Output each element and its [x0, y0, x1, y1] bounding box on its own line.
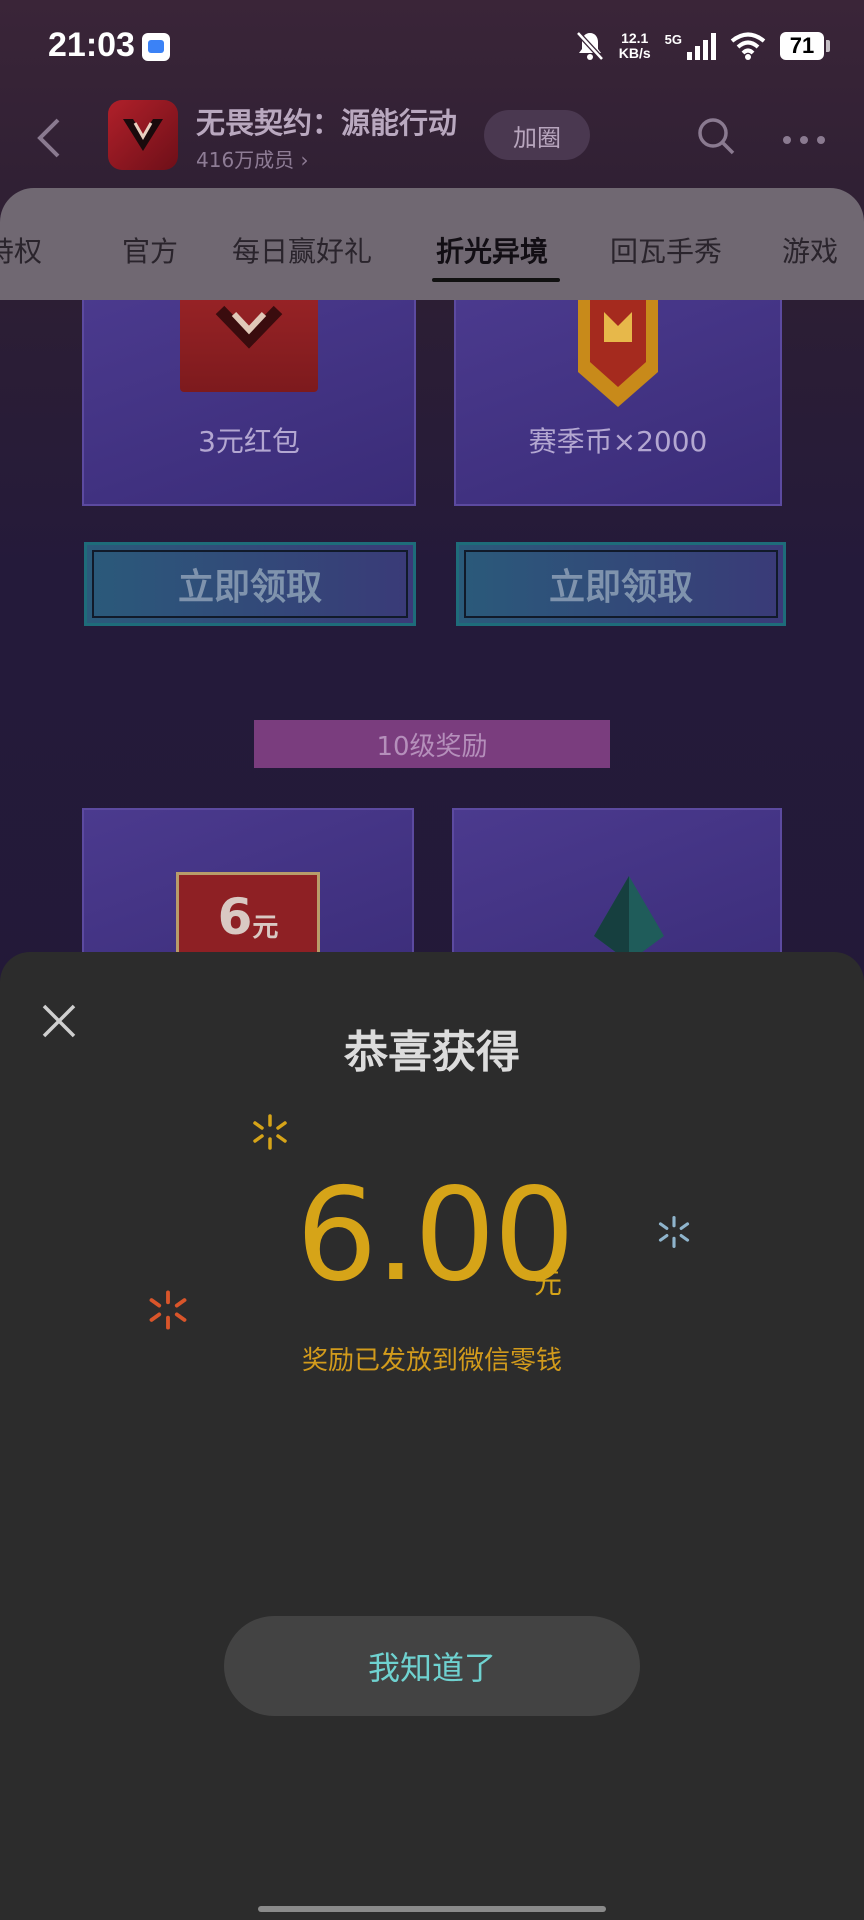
battery-indicator: 71: [780, 32, 830, 60]
tab-daily-gifts[interactable]: 每日赢好礼: [232, 230, 372, 270]
red-packet-icon: [180, 300, 318, 392]
gem-icon: [594, 876, 664, 960]
group-title: 无畏契约：源能行动: [196, 106, 458, 140]
wifi-icon: [730, 32, 766, 60]
reward-note: 奖励已发放到微信零钱: [301, 1346, 562, 1376]
claim-button-red-packet[interactable]: 立即领取: [84, 542, 416, 626]
acknowledge-button[interactable]: 我知道了: [224, 1616, 640, 1716]
reward-card-season-coin: 赛季币×2000: [454, 300, 782, 506]
reward-card-red-packet: 3元红包: [82, 300, 416, 506]
cash-tag-icon: 6元: [176, 872, 320, 960]
claim-button-season-coin[interactable]: 立即领取: [456, 542, 786, 626]
cash-tag-unit: 元: [252, 912, 279, 943]
sparkle-icon: [658, 1216, 690, 1248]
tab-official[interactable]: 官方: [122, 230, 178, 270]
reward-amount-unit: 元: [534, 1267, 563, 1300]
sparkle-icon: [149, 1290, 187, 1330]
reward-card-label: 3元红包: [198, 425, 300, 458]
back-icon[interactable]: [30, 110, 70, 166]
group-avatar[interactable]: [108, 100, 178, 170]
active-tab-indicator: [432, 278, 560, 282]
net-speed-unit: KB/s: [618, 45, 651, 61]
group-header: 无畏契约：源能行动 416万成员 › 加圈: [0, 92, 864, 188]
member-count[interactable]: 416万成员 ›: [196, 144, 309, 173]
dialog-title: 恭喜获得: [344, 1027, 520, 1078]
sparkle-icon: [253, 1114, 287, 1150]
tab-privileges[interactable]: 特权: [0, 230, 42, 270]
join-group-button[interactable]: 加圈: [484, 110, 590, 160]
net-speed: 12.1 KB/s: [619, 31, 651, 61]
tab-refraction-realm[interactable]: 折光异境: [436, 230, 548, 270]
signal-icon: [686, 32, 716, 60]
home-indicator[interactable]: [258, 1906, 606, 1912]
network-type: 5G: [664, 31, 682, 47]
more-icon[interactable]: [782, 130, 826, 149]
reward-amount: 6.00: [296, 1161, 575, 1310]
status-time: 21:03: [48, 26, 135, 64]
net-speed-value: 12.1: [621, 30, 649, 46]
search-icon[interactable]: [696, 116, 736, 160]
reward-card-label: 赛季币×2000: [528, 425, 708, 458]
bell-muted-icon: [575, 30, 605, 62]
tab-bar: 特权 官方 每日赢好礼 折光异境 回瓦手秀 游戏: [0, 188, 864, 300]
reward-content: 3元红包 赛季币×2000 立即领取 立即领取 10级奖励 6元: [0, 300, 864, 960]
season-coin-icon: [578, 300, 658, 407]
reward-dialog: 恭喜获得 6.00 元 奖励已发放到微信零钱 我知道了: [0, 952, 864, 1920]
cash-tag-value: 6: [217, 888, 253, 946]
tab-showcase[interactable]: 回瓦手秀: [610, 230, 722, 270]
tab-games[interactable]: 游戏: [782, 230, 838, 270]
level-10-reward-banner: 10级奖励: [254, 720, 610, 768]
status-bar: 21:03 12.1 KB/s 5G 71: [0, 0, 864, 92]
app-notification-icon: [142, 33, 170, 61]
status-icons: 12.1 KB/s 5G 71: [575, 26, 830, 66]
